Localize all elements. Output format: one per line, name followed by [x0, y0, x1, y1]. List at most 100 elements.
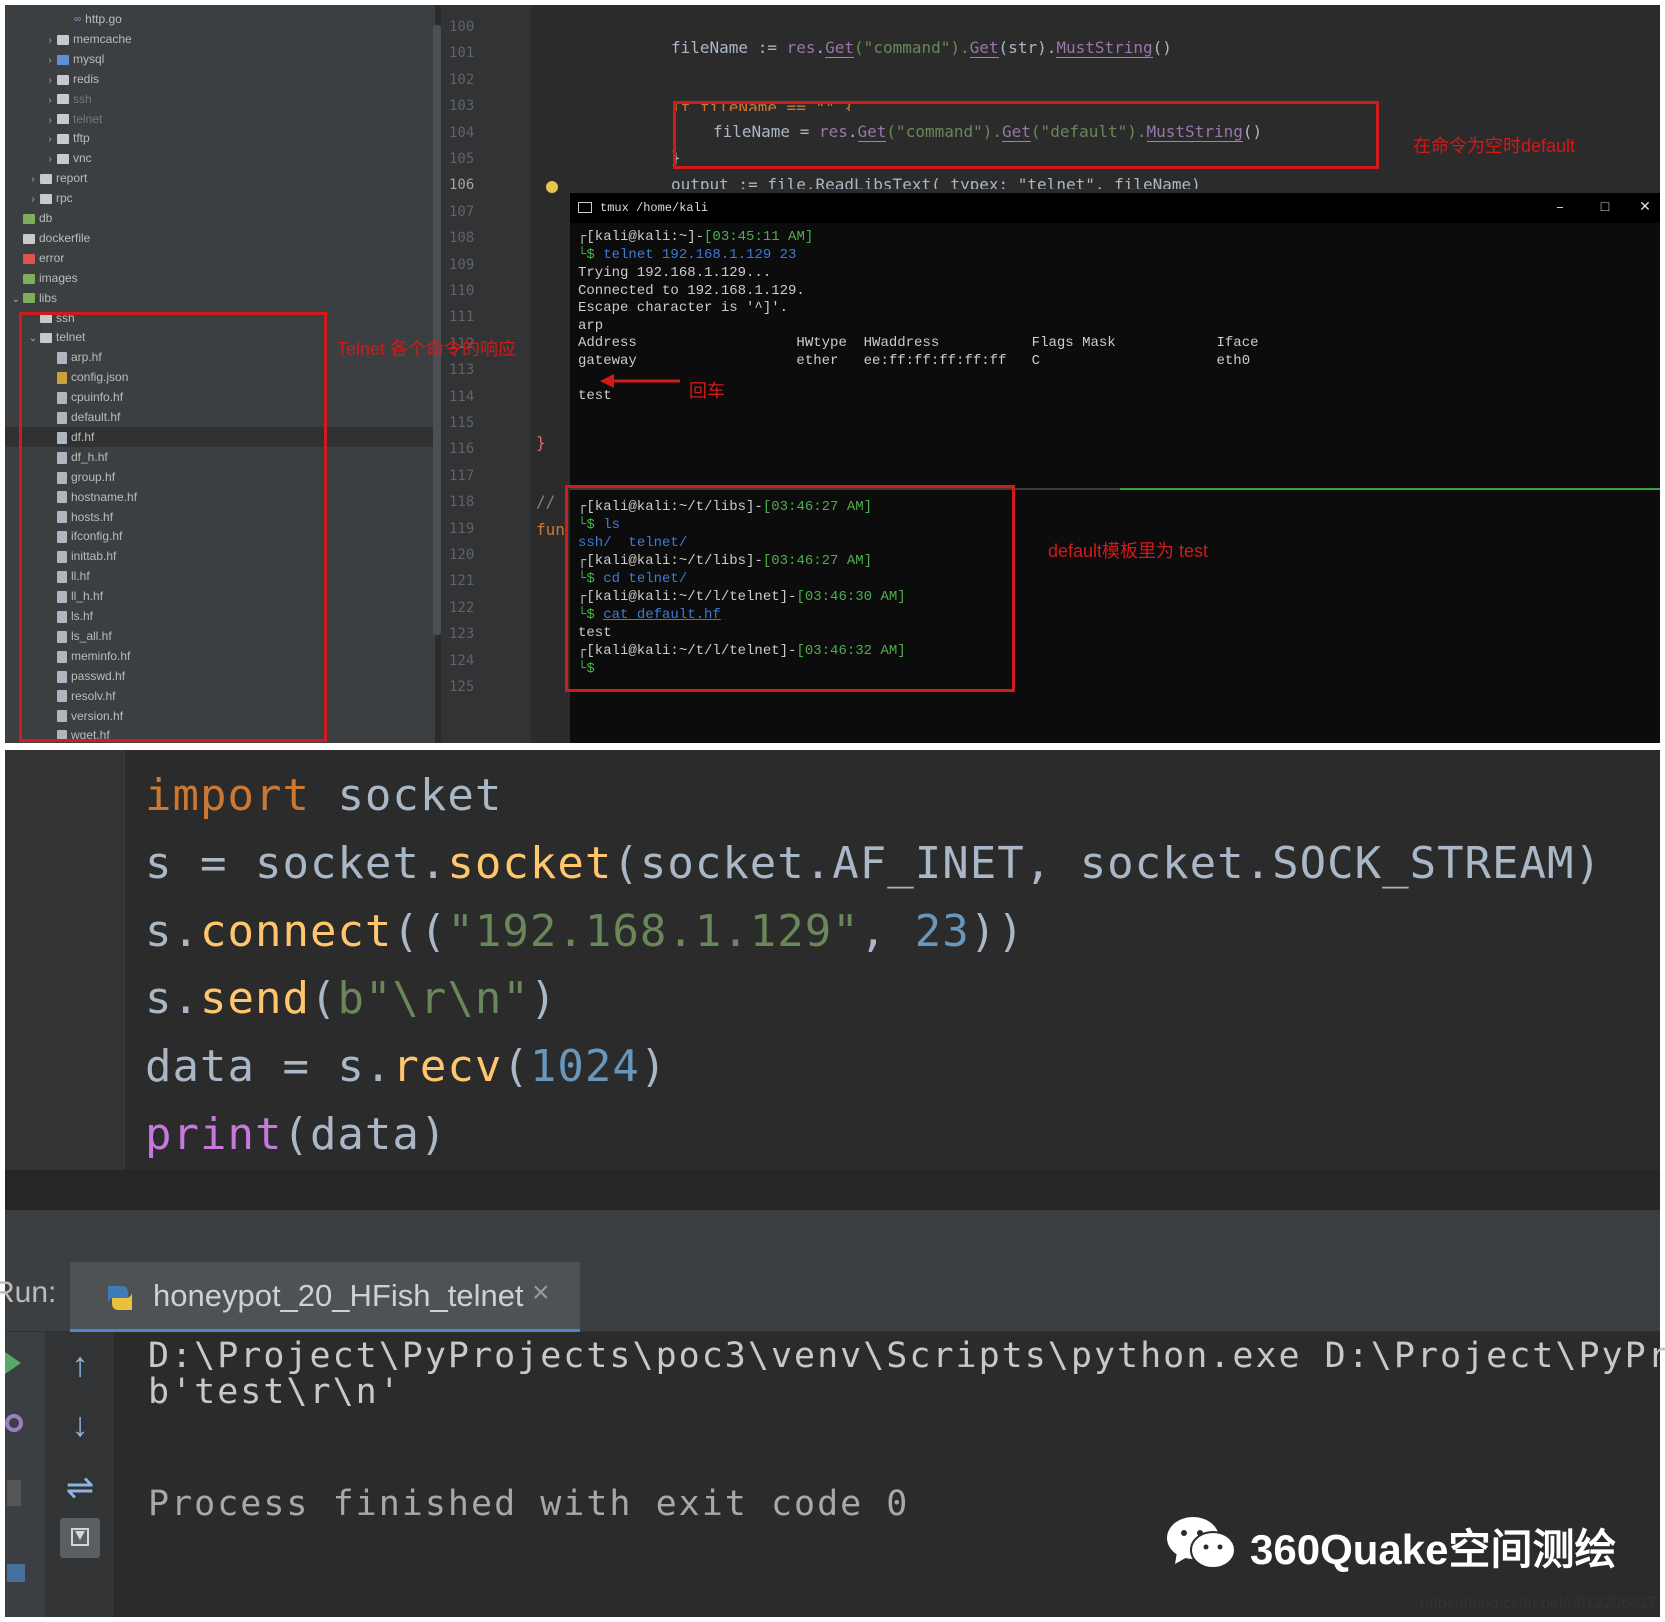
tree-item-label: libs	[39, 290, 58, 305]
line-number: 115	[449, 415, 475, 431]
tree-item[interactable]: › report	[5, 168, 435, 188]
tree-item-label: telnet	[73, 111, 103, 126]
line-number: 109	[449, 256, 475, 273]
code-line-115: }	[536, 433, 546, 452]
tree-item[interactable]: › rpc	[5, 188, 435, 208]
line-number: 118	[449, 494, 475, 511]
run-tab-label: honeypot_20_HFish_telnet	[153, 1278, 524, 1313]
folder-green-icon	[23, 213, 35, 224]
maximize-button[interactable]: □	[1585, 193, 1625, 223]
folder-outline-icon	[57, 114, 69, 125]
arrow-down-icon[interactable]: ↓	[45, 1406, 115, 1445]
tree-item[interactable]: error	[5, 248, 435, 268]
line-number: 119	[449, 520, 475, 537]
line-number: 120	[449, 547, 475, 563]
run-tab-bar: Run: honeypot_20_HFish_telnet ×	[0, 1262, 1660, 1332]
run-output-line: D:\Project\PyProjects\poc3\venv\Scripts\…	[148, 1336, 1665, 1376]
tree-item-label: vnc	[73, 151, 92, 166]
run-output-exit-line: Process finished with exit code 0	[148, 1484, 910, 1524]
tree-item[interactable]: ⌄ libs	[5, 288, 435, 308]
tree-item-label: error	[39, 250, 65, 265]
python-line-gutter	[5, 750, 125, 1210]
intention-bulb-icon[interactable]	[546, 181, 558, 193]
tree-item-label: rpc	[56, 191, 73, 206]
close-button[interactable]: ✕	[1625, 193, 1660, 223]
tree-item[interactable]: › telnet	[5, 109, 435, 129]
line-number: 124	[449, 652, 475, 669]
line-number: 116	[449, 441, 475, 458]
python-line-4: s.send(b"\r\n")	[145, 973, 558, 1024]
tree-item-label: images	[39, 270, 78, 285]
tree-item[interactable]: › mysql	[5, 49, 435, 69]
tree-item[interactable]: db	[5, 208, 435, 228]
soft-wrap-icon[interactable]: ⇌	[45, 1468, 115, 1508]
line-number: 107	[449, 203, 475, 220]
source-url: https://blog.csdn.net/u012206617	[1420, 1595, 1657, 1612]
line-number: 105	[449, 151, 475, 167]
tree-item[interactable]: images	[5, 268, 435, 288]
layout-icon[interactable]	[7, 1564, 25, 1582]
terminal-output: gateway ether ee:ff:ff:ff:ff:ff C eth0	[578, 352, 1251, 369]
line-number: 100	[449, 19, 475, 35]
tree-item[interactable]: › ssh	[5, 89, 435, 109]
terminal-output: arp	[578, 317, 604, 334]
line-number: 102	[449, 71, 475, 88]
tree-item[interactable]: › tftp	[5, 128, 435, 148]
run-output-line: b'test\r\n'	[148, 1372, 402, 1412]
folder-icon	[57, 34, 69, 45]
tree-item[interactable]: › memcache	[5, 29, 435, 49]
folder-red-icon	[23, 253, 35, 264]
annotation-default-empty: 在命令为空时default	[1413, 136, 1576, 156]
line-number: 121	[449, 573, 475, 590]
telnet-files-highlight-box	[19, 312, 327, 742]
settings-icon[interactable]	[5, 1414, 23, 1432]
line-number: 106	[449, 177, 475, 194]
tree-item-label: db	[39, 211, 53, 225]
line-number: 122	[449, 599, 475, 616]
line-number: 110	[449, 283, 475, 299]
tree-item-label: dockerfile	[39, 230, 91, 245]
folder-icon	[40, 174, 52, 185]
folder-outline-icon	[57, 94, 69, 105]
annotation-enter: 回车	[689, 381, 725, 401]
folder-icon	[57, 154, 69, 165]
terminal-prompt: ┌[kali@kali:~]-[03:45:11 AM]	[578, 229, 814, 245]
arrow-up-icon[interactable]: ↑	[45, 1346, 115, 1385]
tree-item-label: mysql	[73, 51, 105, 66]
terminal-output: Escape character is '^]'.	[578, 300, 789, 316]
code-line-118: fun	[536, 520, 565, 539]
tmux-title-bar[interactable]: tmux /home/kali – □ ✕	[570, 193, 1660, 223]
line-number: 117	[449, 467, 475, 484]
folder-icon	[40, 193, 52, 204]
file-tree-scrollbar[interactable]	[433, 25, 441, 635]
scroll-to-end-icon[interactable]	[60, 1518, 100, 1558]
folder-green-icon	[23, 273, 35, 284]
tree-item[interactable]: › redis	[5, 69, 435, 89]
tree-item-label: redis	[73, 71, 100, 86]
tree-item[interactable]: ∞ http.go	[5, 9, 435, 29]
line-number: 104	[449, 124, 475, 141]
tree-item[interactable]: › vnc	[5, 148, 435, 168]
line-number: 123	[449, 626, 475, 643]
python-icon	[108, 1286, 132, 1310]
tree-item[interactable]: dockerfile	[5, 228, 435, 248]
line-number: 111	[449, 309, 475, 326]
terminal-output: Connected to 192.168.1.129.	[578, 282, 805, 299]
python-line-2: s = socket.socket(socket.AF_INET, socket…	[145, 838, 1603, 889]
run-side-bar	[5, 1332, 45, 1617]
default-command-highlight-box	[673, 101, 1379, 169]
tree-item-label: memcache	[73, 31, 132, 46]
link-icon: ∞	[74, 13, 82, 25]
tree-item-label: report	[56, 171, 88, 186]
stop-icon[interactable]	[7, 1480, 21, 1506]
run-toolbar: ↑ ↓ ⇌	[45, 1332, 115, 1617]
run-label: Run:	[0, 1276, 57, 1309]
terminal-icon	[578, 202, 592, 213]
rerun-icon[interactable]	[5, 1352, 21, 1374]
code-line-106: output := file.ReadLibsText( typex: "tel…	[671, 175, 1201, 189]
folder-green-icon	[23, 293, 35, 304]
minimize-button[interactable]: –	[1540, 193, 1580, 223]
close-tab-icon[interactable]: ×	[532, 1276, 550, 1310]
run-config-tab[interactable]: honeypot_20_HFish_telnet ×	[70, 1262, 580, 1332]
line-number-gutter: 100 101 102 103 104 105 106 107 108 109 110 111 112 1…	[441, 5, 531, 743]
